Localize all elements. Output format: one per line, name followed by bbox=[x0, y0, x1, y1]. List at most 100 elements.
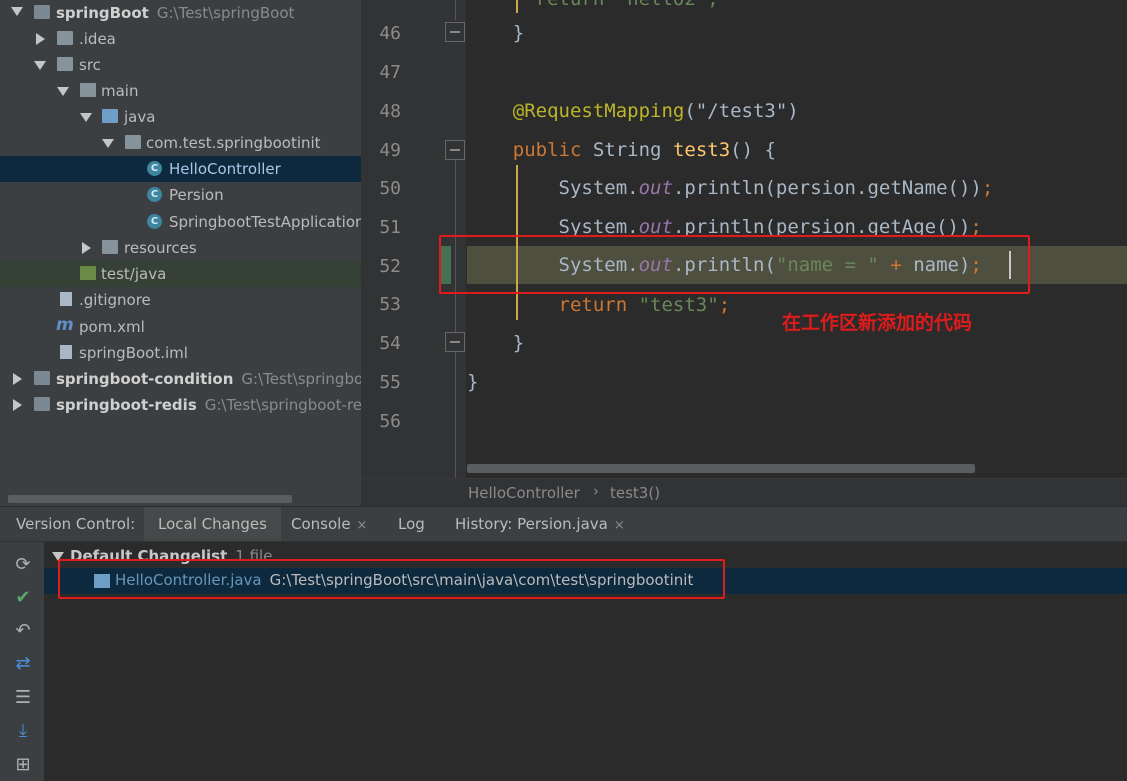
vc-toolbar: ⟳ ✔ ↶ ⇄ ☰ ⤓ ⊞ bbox=[0, 542, 44, 781]
tree-item-persion[interactable]: C Persion bbox=[0, 182, 361, 208]
breadcrumb-class[interactable]: HelloController bbox=[468, 484, 580, 502]
code-token: ()) bbox=[947, 177, 982, 199]
tab-console[interactable]: Console × bbox=[281, 507, 377, 541]
tree-label: SpringbootTestApplication bbox=[169, 213, 361, 231]
tree-item-hellocontroller[interactable]: C HelloController bbox=[0, 156, 361, 182]
tree-path: G:\Test\springBoot bbox=[156, 4, 295, 22]
code-line: } bbox=[467, 363, 1127, 401]
type: String bbox=[592, 139, 662, 161]
tree-label: springBoot.iml bbox=[79, 344, 188, 362]
code-token: println bbox=[684, 177, 765, 199]
tab-local-changes[interactable]: Local Changes bbox=[144, 507, 281, 541]
tree-path: G:\Test\springboot-condition bbox=[241, 370, 361, 388]
keyword: return bbox=[558, 294, 628, 316]
tree-item-resources[interactable]: resources bbox=[0, 235, 361, 261]
editor-horizontal-scrollbar[interactable] bbox=[467, 464, 975, 473]
code-token: System bbox=[558, 177, 628, 199]
line-number: 54 bbox=[379, 333, 401, 354]
tab-label: Version Control: bbox=[16, 515, 136, 533]
code-partial: return "hello2"; bbox=[536, 0, 719, 10]
maven-icon: m bbox=[56, 315, 74, 335]
refresh-icon[interactable]: ⟳ bbox=[12, 554, 34, 576]
close-icon[interactable]: × bbox=[357, 518, 368, 533]
chevron-down-icon[interactable] bbox=[57, 87, 69, 96]
line-number: 50 bbox=[379, 178, 401, 199]
tree-label: src bbox=[79, 56, 101, 74]
module-folder-icon bbox=[34, 371, 50, 385]
tree-item-java[interactable]: java bbox=[0, 104, 361, 130]
tab-label: History: Persion.java bbox=[455, 515, 608, 533]
tree-item-springboottestapplication[interactable]: C SpringbootTestApplication bbox=[0, 209, 361, 235]
tree-item-springboot-condition[interactable]: springboot-condition G:\Test\springboot-c… bbox=[0, 366, 361, 392]
chevron-right-icon[interactable] bbox=[13, 399, 22, 411]
tree-item-test-java[interactable]: test/java bbox=[0, 261, 361, 287]
code-token: . bbox=[672, 177, 685, 199]
chevron-down-icon[interactable] bbox=[11, 7, 23, 16]
update-icon[interactable]: ⤓ bbox=[12, 720, 34, 742]
line-number: 51 bbox=[379, 217, 401, 238]
chevron-down-icon[interactable] bbox=[80, 113, 92, 122]
tree-item-iml[interactable]: springBoot.iml bbox=[0, 340, 361, 366]
code-line: System.out.println(persion.getName()); bbox=[467, 169, 1127, 207]
line-number: 48 bbox=[379, 101, 401, 122]
annotation-note: 在工作区新添加的代码 bbox=[782, 312, 973, 334]
tree-item-package[interactable]: com.test.springbootinit bbox=[0, 130, 361, 156]
group-icon[interactable]: ⊞ bbox=[12, 754, 34, 776]
breadcrumb-separator: › bbox=[593, 482, 599, 500]
version-control-panel: Version Control: Local Changes Console × … bbox=[0, 506, 1127, 781]
tree-item-idea[interactable]: .idea bbox=[0, 26, 361, 52]
code-token: out bbox=[638, 177, 673, 199]
tab-log[interactable]: Log bbox=[388, 507, 435, 541]
module-folder-icon bbox=[34, 397, 50, 411]
string-literal: "test3" bbox=[638, 294, 719, 316]
keyword: public bbox=[512, 139, 582, 161]
method-name: test3 bbox=[672, 139, 731, 161]
diff-icon[interactable]: ⇄ bbox=[12, 653, 34, 675]
code-token: ; bbox=[718, 294, 731, 316]
tree-label: test/java bbox=[101, 265, 167, 283]
chevron-right-icon[interactable] bbox=[13, 373, 22, 385]
breadcrumb: HelloController › test3() bbox=[361, 478, 1127, 506]
tree-item-main[interactable]: main bbox=[0, 78, 361, 104]
file-icon bbox=[60, 292, 72, 306]
commit-check-icon[interactable]: ✔ bbox=[12, 587, 34, 609]
annotation: @RequestMapping bbox=[512, 100, 685, 122]
tree-label: pom.xml bbox=[79, 318, 145, 336]
line-number: 46 bbox=[379, 23, 401, 44]
fold-end-icon[interactable] bbox=[445, 22, 465, 42]
tree-item-springboot-redis[interactable]: springboot-redis G:\Test\springboot-redis bbox=[0, 392, 361, 418]
tree-label: springboot-condition bbox=[56, 370, 234, 388]
shelve-icon[interactable]: ☰ bbox=[12, 687, 34, 709]
close-icon[interactable]: × bbox=[614, 518, 625, 533]
chevron-right-icon[interactable] bbox=[36, 33, 45, 45]
tree-horizontal-scrollbar[interactable] bbox=[8, 495, 292, 503]
breadcrumb-method[interactable]: test3() bbox=[610, 484, 660, 502]
tree-item-springboot[interactable]: springBoot G:\Test\springBoot bbox=[0, 0, 361, 26]
code-token: . bbox=[855, 177, 868, 199]
code-line: } bbox=[467, 14, 1127, 52]
line-number: 53 bbox=[379, 294, 401, 315]
tree-item-src[interactable]: src bbox=[0, 52, 361, 78]
tree-label: resources bbox=[124, 239, 197, 257]
tree-label: .gitignore bbox=[79, 291, 151, 309]
vc-title: Version Control: bbox=[6, 507, 145, 541]
package-icon bbox=[125, 135, 141, 149]
tree-item-pom[interactable]: m pom.xml bbox=[0, 314, 361, 340]
tree-label: java bbox=[124, 108, 156, 126]
tab-label: Console bbox=[291, 515, 351, 533]
chevron-right-icon[interactable] bbox=[82, 242, 91, 254]
line-number: 47 bbox=[379, 62, 401, 83]
tree-label: .idea bbox=[79, 30, 116, 48]
fold-start-icon[interactable] bbox=[445, 140, 465, 160]
fold-end-icon[interactable] bbox=[445, 332, 465, 352]
tree-label: springboot-redis bbox=[56, 396, 197, 414]
rollback-icon[interactable]: ↶ bbox=[12, 620, 34, 642]
annotation-highlight-box bbox=[58, 559, 725, 599]
tree-item-gitignore[interactable]: .gitignore bbox=[0, 287, 361, 313]
code-line: public String test3() { bbox=[467, 131, 1127, 169]
tree-label: HelloController bbox=[169, 160, 281, 178]
code-editor[interactable]: 45 46 47 48 49 50 51 52 53 54 55 56 retu… bbox=[361, 0, 1127, 506]
tab-history[interactable]: History: Persion.java × bbox=[445, 507, 635, 541]
chevron-down-icon[interactable] bbox=[34, 61, 46, 70]
chevron-down-icon[interactable] bbox=[102, 139, 114, 148]
